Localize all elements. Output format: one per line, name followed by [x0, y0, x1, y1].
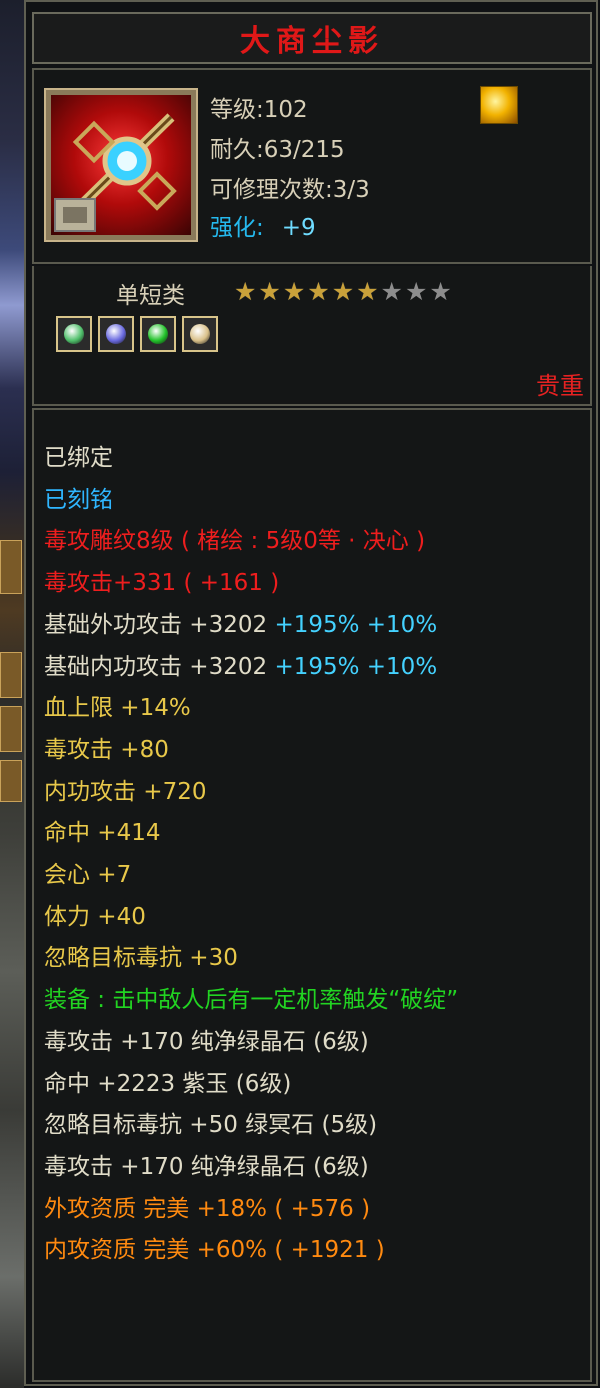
bg-button: [0, 760, 22, 802]
background-scene: [0, 0, 24, 1388]
stamina-line: 体力 +40: [44, 903, 146, 930]
star-filled-icon: ★: [356, 277, 379, 306]
internal-quality-line: 内攻资质 完美 +60% ( +1921 ): [44, 1237, 385, 1264]
item-info-section: 等级:102 耐久:63/215 可修理次数:3/3 强化: +9: [32, 68, 592, 264]
equip-effect-line: 装备 : 击中敌人后有一定机率触发“破绽”: [44, 987, 459, 1014]
star-filled-icon: ★: [258, 277, 281, 306]
bound-status: 已绑定: [44, 445, 113, 471]
hit-line: 命中 +414: [44, 820, 161, 847]
star-filled-icon: ★: [282, 277, 306, 306]
gem-line: 毒攻击 +170 纯净绿晶石 (6级): [44, 1153, 369, 1180]
rarity-label: 贵重: [536, 372, 584, 400]
gem-line: 毒攻击 +170 纯净绿晶石 (6级): [44, 1028, 369, 1055]
gem-line: 忽略目标毒抗 +50 绿冥石 (5级): [44, 1112, 378, 1139]
gem-icon[interactable]: [56, 316, 92, 352]
star-empty-icon: ★: [380, 277, 403, 306]
gold-wing-icon: [480, 86, 518, 124]
external-attack-label: 基础外功攻击 +3202: [44, 611, 268, 638]
carving-line: 毒攻雕纹8级 ( 楮绘 : 5级0等 · 决心 ): [44, 528, 426, 555]
crit-line: 会心 +7: [44, 862, 132, 889]
external-attack-line: 基础外功攻击 +3202 +195% +10%: [44, 605, 584, 647]
item-name: 大商尘影: [240, 24, 384, 59]
engraved-status: 已刻铭: [44, 486, 113, 513]
gem-icon[interactable]: [182, 316, 218, 352]
star-rating: ★ ★ ★ ★ ★ ★ ★ ★ ★: [234, 278, 452, 306]
item-icon-frame: [44, 88, 198, 242]
ignore-resist-line: 忽略目标毒抗 +30: [44, 945, 238, 972]
enhance-value: +9: [281, 215, 316, 241]
external-attack-pct: +195% +10%: [274, 611, 438, 638]
poison-attack-line: 毒攻击 +80: [44, 736, 169, 763]
star-filled-icon: ★: [331, 277, 355, 306]
poison-attack-main: 毒攻击+331 ( +161 ): [44, 570, 280, 597]
bg-button: [0, 540, 22, 594]
enhance-label: 强化:: [210, 215, 264, 241]
title-bar: 大商尘影: [32, 12, 592, 64]
item-class-section: 单短类 ★ ★ ★ ★ ★ ★ ★ ★ ★ 贵重: [32, 266, 592, 406]
star-filled-icon: ★: [307, 277, 330, 306]
bg-button: [0, 706, 22, 752]
item-enhance: 强化: +9: [210, 208, 316, 242]
internal-attack-pct: +195% +10%: [274, 653, 438, 680]
gem-line: 命中 +2223 紫玉 (6级): [44, 1070, 292, 1097]
item-repair-count: 可修理次数:3/3: [210, 177, 370, 203]
star-filled-icon: ★: [234, 277, 257, 306]
gem-icon[interactable]: [140, 316, 176, 352]
weapon-icon: [51, 95, 191, 235]
gem-icon[interactable]: [98, 316, 134, 352]
bg-button: [0, 652, 22, 698]
inner-attack-line: 内功攻击 +720: [44, 778, 207, 805]
weapon-category: 单短类: [116, 283, 185, 309]
gem-sockets: [56, 316, 218, 352]
item-tooltip: 大商尘影 等级:102 耐久:63/215 可修理次数:3/3 强化: +9 单…: [24, 0, 598, 1386]
item-level: 等级:102: [210, 97, 308, 123]
internal-attack-label: 基础内功攻击 +3202: [44, 653, 268, 680]
star-empty-icon: ★: [429, 277, 452, 306]
hp-line: 血上限 +14%: [44, 695, 191, 722]
internal-attack-line: 基础内功攻击 +3202 +195% +10%: [44, 647, 584, 689]
item-durability: 耐久:63/215: [210, 137, 345, 163]
star-empty-icon: ★: [404, 277, 428, 306]
item-attributes-section: 已绑定 已刻铭 毒攻雕纹8级 ( 楮绘 : 5级0等 · 决心 ) 毒攻击+33…: [32, 408, 592, 1382]
external-quality-line: 外攻资质 完美 +18% ( +576 ): [44, 1195, 371, 1222]
sword-icon: [54, 113, 177, 232]
